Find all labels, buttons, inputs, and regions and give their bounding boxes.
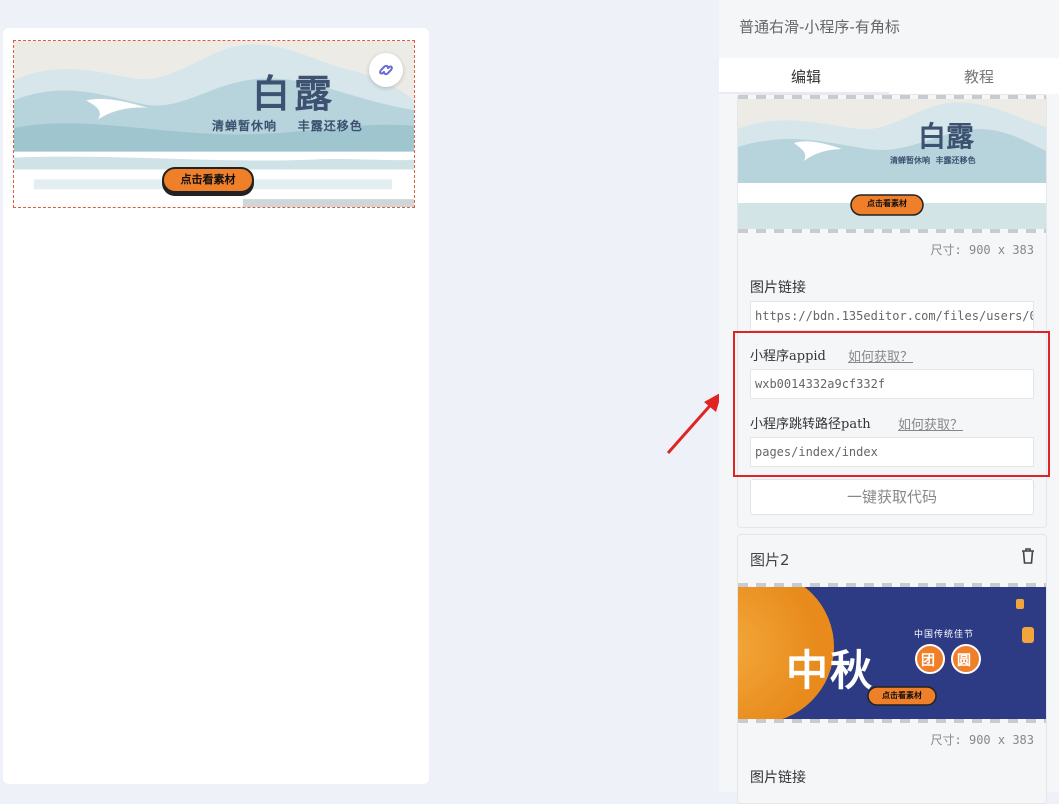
image-link-input[interactable]: https://bdn.135editor.com/files/users/0/ [750,301,1034,331]
panel-tabs: 编辑 教程 [719,58,1059,94]
preview-canvas: 白露 清蝉暂休响 丰露还移色 点击看素材 [3,28,429,784]
thumb-2-bottom-border [738,719,1046,723]
tab-edit[interactable]: 编辑 [791,66,821,87]
banner-title: 白露 [252,71,337,116]
thumb-2-subtitle: 中国传统佳节 [914,630,975,640]
image-1-size: 尺寸: 900 x 383 [930,243,1034,257]
image-2-thumbnail[interactable]: 中秋 团 圆 中国传统佳节 点击看素材 [738,587,1046,719]
image-1-thumbnail[interactable]: 白露 清蝉暂休响 丰露还移色 点击看素材 [738,99,1046,229]
selected-banner[interactable]: 白露 清蝉暂休响 丰露还移色 点击看素材 [13,40,415,208]
thumb-2-title: 中秋 [786,646,875,695]
image-2-link-label: 图片链接 [750,770,806,786]
thumb-2-badge-1: 团 [921,653,935,669]
thumb-1-button: 点击看素材 [867,199,907,208]
delete-icon[interactable] [1020,547,1036,569]
thumb-2-badge-2: 圆 [957,653,971,669]
thumb-1-subtitle: 清蝉暂休响 丰露还移色 [890,156,976,165]
panel-header: 普通右滑-小程序-有角标 [719,0,1059,58]
highlight-box [733,331,1050,477]
mini-program-link-icon[interactable] [369,53,403,87]
thumb-2-button: 点击看素材 [882,691,922,700]
banner-cta-button[interactable]: 点击看素材 [162,167,254,193]
get-code-button[interactable]: 一键获取代码 [750,479,1034,515]
thumb-bottom-border [738,229,1046,233]
thumb-1-title: 白露 [918,120,975,153]
image-link-label: 图片链接 [750,280,806,296]
image-2-size: 尺寸: 900 x 383 [930,733,1034,747]
image-card-2: 图片2 中秋 团 圆 中国传统佳节 点击看素材 尺寸: 900 x 383 图片… [737,534,1047,804]
banner-subtitle: 清蝉暂休响 丰露还移色 [212,119,363,133]
tab-tutorial[interactable]: 教程 [964,66,994,87]
panel-title: 普通右滑-小程序-有角标 [739,18,900,36]
image-2-title: 图片2 [750,551,790,569]
